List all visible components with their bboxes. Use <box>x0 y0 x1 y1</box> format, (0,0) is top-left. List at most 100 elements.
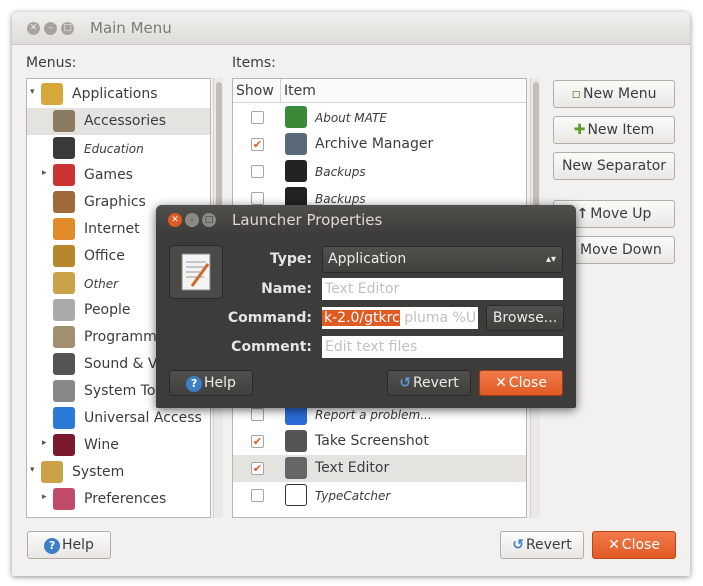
show-checkbox[interactable] <box>251 489 264 502</box>
menu-item-label: Accessories <box>84 113 167 129</box>
backups-icon <box>285 160 307 182</box>
show-column-header[interactable]: Show <box>233 79 281 103</box>
show-checkbox[interactable]: ✔ <box>251 435 264 448</box>
expander-closed-icon[interactable]: ▸ <box>42 168 47 178</box>
new-menu-button[interactable]: ▫ New Menu <box>553 80 675 108</box>
dialog-close-icon[interactable]: ✕ <box>168 213 182 227</box>
help-button[interactable]: ? Help <box>27 531 111 559</box>
menu-item-universal-access[interactable]: Universal Access <box>27 405 210 432</box>
expander-closed-icon[interactable]: ▸ <box>42 492 47 502</box>
item-row[interactable]: About MATE <box>233 104 526 131</box>
expander-closed-icon[interactable]: ▸ <box>42 438 47 448</box>
menu-item-label: Office <box>84 248 125 264</box>
about-icon <box>285 106 307 128</box>
arrow-up-icon: ↑ <box>576 206 589 222</box>
show-checkbox[interactable] <box>251 192 264 205</box>
dialog-maximize-icon[interactable]: □ <box>202 213 216 227</box>
dialog-revert-label: Revert <box>412 375 459 391</box>
programming-icon <box>53 326 75 348</box>
menu-item-accessories[interactable]: Accessories <box>27 108 210 135</box>
show-checkbox[interactable] <box>251 408 264 421</box>
menu-item-label: System To <box>84 383 156 399</box>
item-row[interactable]: ✔ Text Editor <box>233 455 526 482</box>
revert-label: Revert <box>525 537 572 553</box>
item-column-header[interactable]: Item <box>281 79 526 103</box>
dialog-close-button[interactable]: ✕ Close <box>479 370 563 396</box>
show-checkbox[interactable] <box>251 165 264 178</box>
browse-button[interactable]: Browse... <box>486 305 564 331</box>
minimize-window-icon[interactable]: – <box>44 22 57 35</box>
show-checkbox[interactable]: ✔ <box>251 462 264 475</box>
close-window-icon[interactable]: ✕ <box>27 22 40 35</box>
menu-item-wine[interactable]: ▸ Wine <box>27 432 210 459</box>
people-icon <box>53 299 75 321</box>
name-field[interactable]: Text Editor <box>322 278 563 300</box>
dialog-titlebar: ✕ – □ Launcher Properties <box>156 205 576 235</box>
window-title: Main Menu <box>90 19 172 37</box>
dialog-revert-button[interactable]: ↺ Revert <box>387 370 471 396</box>
menu-item-label: Graphics <box>84 194 146 210</box>
new-separator-button[interactable]: New Separator <box>553 152 675 180</box>
revert-button[interactable]: ↺ Revert <box>500 531 584 559</box>
close-button[interactable]: ✕ Close <box>592 531 676 559</box>
typecatcher-icon <box>285 484 307 506</box>
command-field[interactable]: k-2.0/gtkrc pluma %U <box>322 307 478 329</box>
launcher-properties-dialog: ✕ – □ Launcher Properties Type: Applicat… <box>156 205 576 408</box>
comment-label: Comment: <box>231 339 312 355</box>
dialog-close-button-icon: ✕ <box>495 375 507 391</box>
item-label: Report a problem... <box>315 408 432 422</box>
plus-icon: ✚ <box>573 122 586 138</box>
item-row[interactable]: Backups <box>233 158 526 185</box>
item-row[interactable]: TypeCatcher <box>233 482 526 509</box>
text-editor-icon <box>285 457 307 479</box>
menu-item-label: Programm <box>84 329 157 345</box>
menu-item-education[interactable]: Education <box>27 135 210 162</box>
show-checkbox[interactable]: ✔ <box>251 138 264 151</box>
dialog-minimize-icon[interactable]: – <box>185 213 199 227</box>
system-tools-icon <box>53 380 75 402</box>
close-icon: ✕ <box>608 537 620 553</box>
select-arrows-icon: ▴▾ <box>545 254 556 265</box>
menu-item-label: Other <box>84 277 119 291</box>
education-icon <box>53 137 75 159</box>
comment-field[interactable]: Edit text files <box>322 336 563 358</box>
applications-icon <box>41 83 63 105</box>
new-item-button[interactable]: ✚ New Item <box>553 116 675 144</box>
titlebar: ✕ – □ Main Menu <box>12 12 690 45</box>
item-label: About MATE <box>315 111 387 125</box>
maximize-window-icon[interactable]: □ <box>61 22 74 35</box>
menu-item-label: Universal Access <box>84 410 202 426</box>
item-label: Text Editor <box>315 460 390 476</box>
help-icon: ? <box>44 538 61 554</box>
new-item-label: New Item <box>587 122 655 138</box>
other-icon <box>53 272 75 294</box>
item-row[interactable]: ✔ Archive Manager <box>233 131 526 158</box>
revert-icon: ↺ <box>512 537 524 553</box>
menu-item-label: Applications <box>72 86 158 102</box>
preferences-icon <box>53 488 75 510</box>
menu-item-label: System <box>72 464 125 480</box>
accessories-icon <box>53 110 75 132</box>
items-scroll-thumb[interactable] <box>533 82 539 222</box>
command-label: Command: <box>227 310 312 326</box>
universal-access-icon <box>53 407 75 429</box>
item-label: Take Screenshot <box>315 433 429 449</box>
item-label: Backups <box>315 165 366 179</box>
menu-item-system[interactable]: ▾ System <box>27 459 210 486</box>
menu-item-preferences[interactable]: ▸ Preferences <box>27 486 210 513</box>
menu-item-games[interactable]: ▸ Games <box>27 162 210 189</box>
expander-open-icon[interactable]: ▾ <box>30 465 35 475</box>
type-select[interactable]: Application ▴▾ <box>322 246 563 273</box>
item-row[interactable]: ✔ Take Screenshot <box>233 428 526 455</box>
dialog-help-button[interactable]: ? Help <box>169 370 253 396</box>
sound-video-icon <box>53 353 75 375</box>
dialog-close-label: Close <box>508 375 547 391</box>
expander-open-icon[interactable]: ▾ <box>30 87 35 97</box>
show-checkbox[interactable] <box>251 111 264 124</box>
menu-item-label: Education <box>84 142 144 156</box>
menu-item-applications[interactable]: ▾ Applications <box>27 81 210 108</box>
dialog-help-label: Help <box>204 375 236 391</box>
type-label: Type: <box>269 251 312 267</box>
archive-manager-icon <box>285 133 307 155</box>
command-selected-text: k-2.0/gtkrc <box>322 310 400 326</box>
